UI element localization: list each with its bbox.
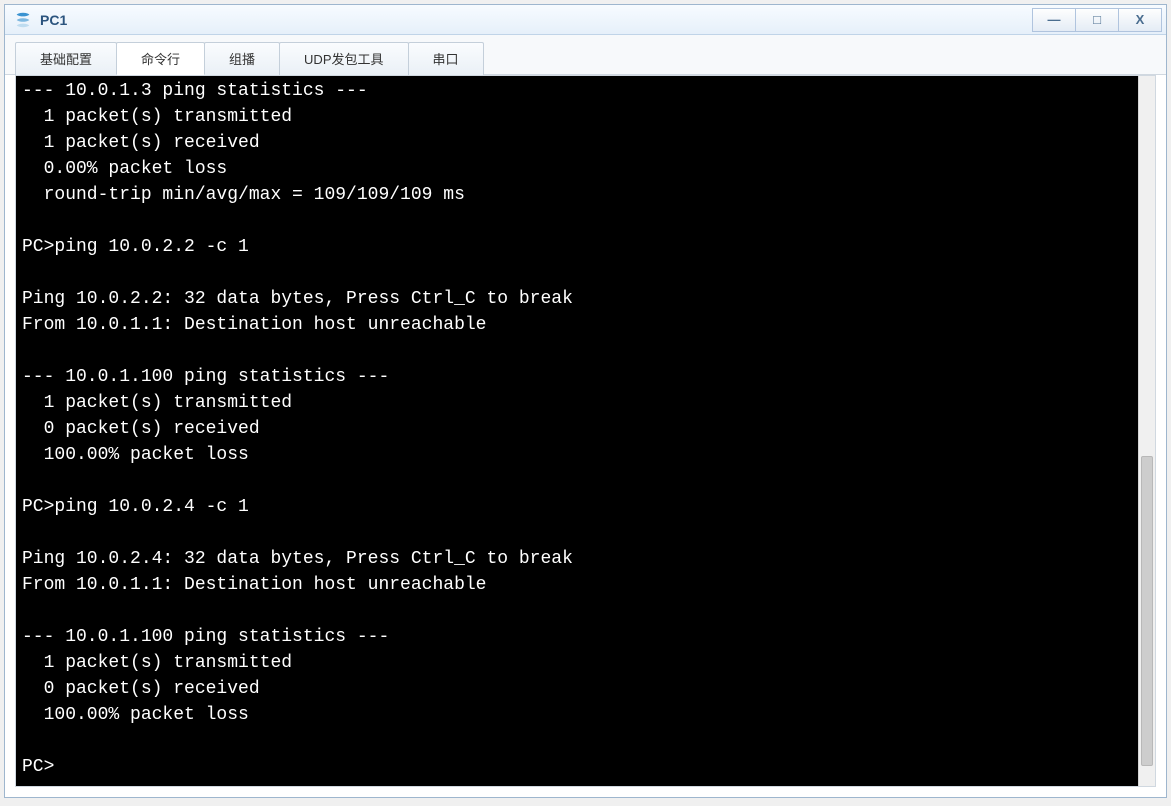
window-controls: — □ X [1033, 8, 1162, 32]
tab-command-line[interactable]: 命令行 [116, 42, 205, 75]
scrollbar-thumb[interactable] [1141, 456, 1153, 766]
tab-strip: 基础配置 命令行 组播 UDP发包工具 串口 [5, 35, 1166, 75]
close-button[interactable]: X [1118, 8, 1162, 32]
tab-serial[interactable]: 串口 [408, 42, 484, 75]
minimize-button[interactable]: — [1032, 8, 1076, 32]
terminal-area: --- 10.0.1.3 ping statistics --- 1 packe… [15, 75, 1156, 787]
pc1-window: PC1 — □ X 基础配置 命令行 组播 UDP发包工具 串口 --- 10.… [4, 4, 1167, 798]
tab-udp-tool[interactable]: UDP发包工具 [279, 42, 408, 75]
terminal-wrap: --- 10.0.1.3 ping statistics --- 1 packe… [5, 75, 1166, 797]
terminal-scrollbar[interactable] [1138, 76, 1155, 786]
tab-basic-config[interactable]: 基础配置 [15, 42, 117, 75]
maximize-button[interactable]: □ [1075, 8, 1119, 32]
tab-multicast[interactable]: 组播 [204, 42, 280, 75]
window-title: PC1 [39, 12, 1033, 28]
titlebar[interactable]: PC1 — □ X [5, 5, 1166, 35]
app-icon [13, 10, 33, 30]
terminal-output[interactable]: --- 10.0.1.3 ping statistics --- 1 packe… [16, 76, 1138, 786]
